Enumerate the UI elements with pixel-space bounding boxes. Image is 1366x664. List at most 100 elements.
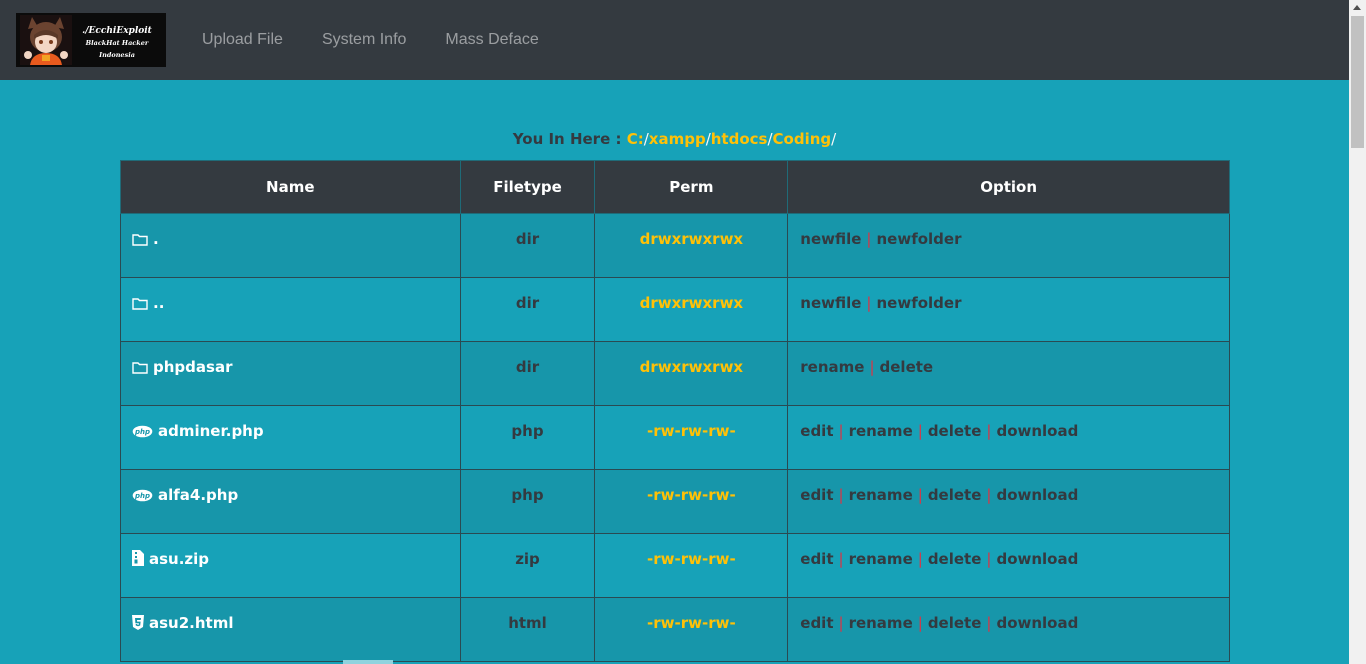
file-name-cell[interactable]: asu2.html — [120, 597, 461, 662]
file-name[interactable]: asu2.html — [149, 614, 234, 632]
php-icon: php — [132, 424, 153, 442]
rename-action-link[interactable]: rename — [849, 550, 913, 568]
table-row: asu.zip zip -rw-rw-rw-edit | rename | delete | d… — [120, 533, 1230, 598]
column-header-perm: Perm — [594, 160, 789, 214]
file-name[interactable]: adminer.php — [158, 422, 264, 440]
perm-cell: -rw-rw-rw- — [594, 597, 789, 662]
option-separator: | — [838, 486, 844, 504]
filetype-cell: php — [459, 469, 596, 534]
delete-action-link[interactable]: delete — [928, 614, 982, 632]
column-header-name: Name — [120, 160, 461, 214]
option-separator: | — [866, 230, 872, 248]
option-separator: | — [917, 486, 923, 504]
table-row: asu2.html html -rw-rw-rw-edit | rename | delet… — [120, 597, 1230, 662]
option-cell: newfile | newfolder — [787, 213, 1230, 278]
nav-upload-file[interactable]: Upload File — [202, 31, 283, 49]
php-icon: php — [132, 488, 153, 506]
option-separator: | — [986, 614, 992, 632]
folder-icon — [132, 360, 148, 378]
download-action-link[interactable]: download — [996, 422, 1078, 440]
option-separator: | — [986, 486, 992, 504]
breadcrumb-segment[interactable]: Coding — [773, 130, 832, 148]
breadcrumb-prefix: You In Here : — [512, 130, 627, 148]
delete-action-link[interactable]: delete — [928, 422, 982, 440]
breadcrumb-segment[interactable]: C: — [627, 130, 644, 148]
newfile-action-link[interactable]: newfile — [800, 294, 861, 312]
delete-action-link[interactable]: delete — [928, 550, 982, 568]
delete-action-link[interactable]: delete — [880, 358, 934, 376]
rename-action-link[interactable]: rename — [849, 614, 913, 632]
rename-action-link[interactable]: rename — [849, 422, 913, 440]
option-separator: | — [838, 550, 844, 568]
file-name-cell[interactable]: asu.zip — [120, 533, 461, 598]
table-row: .. dir drwxrwxrwx newfile | newfolder — [120, 277, 1230, 342]
option-cell: rename | delete — [787, 341, 1230, 406]
svg-text:php: php — [134, 428, 150, 436]
option-cell: edit | rename | delete | download — [787, 405, 1230, 470]
newfolder-action-link[interactable]: newfolder — [876, 294, 961, 312]
download-action-link[interactable]: download — [996, 486, 1078, 504]
horizontal-scroll-indicator — [343, 660, 393, 664]
download-action-link[interactable]: download — [996, 550, 1078, 568]
filetype-cell: php — [459, 405, 596, 470]
edit-action-link[interactable]: edit — [800, 550, 833, 568]
svg-text:php: php — [134, 492, 150, 500]
scrollbar-thumb[interactable] — [1351, 16, 1364, 148]
folder-icon — [132, 232, 148, 250]
edit-action-link[interactable]: edit — [800, 422, 833, 440]
file-name[interactable]: .. — [153, 294, 164, 312]
perm-cell: drwxrwxrwx — [594, 277, 789, 342]
delete-action-link[interactable]: delete — [928, 486, 982, 504]
table-row: php adminer.php php -rw-rw-rw-edit | rename | d… — [120, 405, 1230, 470]
option-separator: | — [869, 358, 875, 376]
file-name-cell[interactable]: . — [120, 213, 461, 278]
file-name[interactable]: asu.zip — [149, 550, 209, 568]
page-scrollbar[interactable] — [1349, 0, 1366, 664]
perm-cell: -rw-rw-rw- — [594, 405, 789, 470]
filetype-cell: dir — [459, 341, 596, 406]
filetype-cell: html — [459, 597, 596, 662]
option-cell: edit | rename | delete | download — [787, 469, 1230, 534]
folder-icon — [132, 296, 148, 314]
file-name[interactable]: phpdasar — [153, 358, 232, 376]
rename-action-link[interactable]: rename — [849, 486, 913, 504]
breadcrumb-segment[interactable]: htdocs — [711, 130, 768, 148]
download-action-link[interactable]: download — [996, 614, 1078, 632]
breadcrumb: You In Here : C:/xampp/htdocs/Coding/ — [0, 130, 1349, 148]
file-table: Name Filetype Perm Option . dir drwxrwxrwx… — [120, 160, 1230, 662]
perm-cell: -rw-rw-rw- — [594, 533, 789, 598]
filetype-cell: dir — [459, 213, 596, 278]
rename-action-link[interactable]: rename — [800, 358, 864, 376]
newfolder-action-link[interactable]: newfolder — [876, 230, 961, 248]
option-separator: | — [838, 614, 844, 632]
file-name[interactable]: . — [153, 230, 159, 248]
anime-avatar-icon — [20, 15, 72, 65]
filetype-cell: dir — [459, 277, 596, 342]
edit-action-link[interactable]: edit — [800, 614, 833, 632]
brand-logo[interactable]: ./EcchiExploit BlackHat Hacker Indonesia — [16, 13, 166, 67]
table-header-row: Name Filetype Perm Option — [120, 160, 1230, 214]
scroll-up-arrow-icon[interactable] — [1353, 5, 1361, 10]
logo-title: ./EcchiExploit — [82, 26, 152, 36]
option-separator: | — [986, 550, 992, 568]
option-cell: newfile | newfolder — [787, 277, 1230, 342]
file-name-cell[interactable]: php adminer.php — [120, 405, 461, 470]
perm-cell: drwxrwxrwx — [594, 213, 789, 278]
file-name-cell[interactable]: .. — [120, 277, 461, 342]
table-row: php alfa4.php php -rw-rw-rw-edit | rename | del… — [120, 469, 1230, 534]
html5-icon — [132, 615, 144, 634]
option-separator: | — [986, 422, 992, 440]
nav-mass-deface[interactable]: Mass Deface — [445, 31, 538, 49]
nav-system-info[interactable]: System Info — [322, 31, 406, 49]
navbar: ./EcchiExploit BlackHat Hacker Indonesia… — [0, 0, 1349, 80]
file-name-cell[interactable]: phpdasar — [120, 341, 461, 406]
option-separator: | — [838, 422, 844, 440]
option-separator: | — [917, 550, 923, 568]
perm-cell: -rw-rw-rw- — [594, 469, 789, 534]
newfile-action-link[interactable]: newfile — [800, 230, 861, 248]
edit-action-link[interactable]: edit — [800, 486, 833, 504]
file-name-cell[interactable]: php alfa4.php — [120, 469, 461, 534]
breadcrumb-segment[interactable]: xampp — [649, 130, 706, 148]
file-name[interactable]: alfa4.php — [158, 486, 238, 504]
option-separator: | — [917, 614, 923, 632]
